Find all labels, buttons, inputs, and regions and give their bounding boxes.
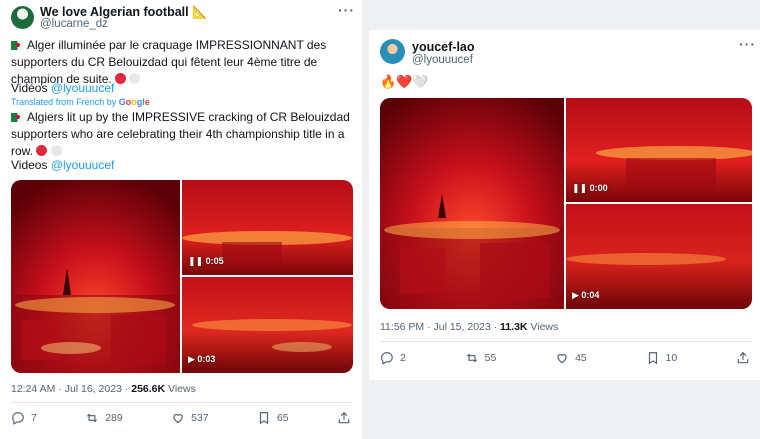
reply-button[interactable]: 7 xyxy=(11,411,37,425)
video-thumbnail[interactable] xyxy=(380,98,564,309)
bookmark-icon xyxy=(648,352,657,365)
divider xyxy=(11,402,353,403)
video-timer: ▶ 0:04 xyxy=(572,290,600,300)
tweet-text-en: Algiers lit up by the IMPRESSIVE crackin… xyxy=(11,110,350,158)
author-name[interactable]: youcef-lao xyxy=(412,40,475,54)
reply-icon xyxy=(381,352,393,365)
translated-note[interactable]: Translated from French by Google xyxy=(11,97,150,107)
share-icon xyxy=(737,351,749,364)
emoji-text: 🔥❤️🤍 xyxy=(380,74,429,89)
white-circle-icon xyxy=(50,145,62,156)
video-timer: ❚❚ 0:05 xyxy=(188,256,224,266)
videos-credit-fr: Vidéos @lyouuucef xyxy=(11,81,115,95)
video-thumbnail[interactable] xyxy=(11,180,180,373)
share-button[interactable] xyxy=(736,351,750,365)
tweet-meta: 11:56 PM · Jul 15, 2023 · 11.3K Views xyxy=(380,321,559,333)
tweet-left: We love Algerian football 📐 @lucarne_dz … xyxy=(0,0,362,439)
divider xyxy=(380,341,752,342)
white-circle-icon xyxy=(129,73,141,84)
bookmark-button[interactable]: 10 xyxy=(646,351,677,365)
tweet-meta: 12:24 AM · Jul 16, 2023 · 256.6K Views xyxy=(11,383,196,395)
video-thumbnail[interactable]: ❚❚ 0:00 xyxy=(566,98,752,202)
action-bar: 2 55 45 10 xyxy=(380,351,750,365)
video-thumbnail[interactable]: ▶ 0:04 xyxy=(566,204,752,309)
like-button[interactable]: 45 xyxy=(555,351,587,365)
media-grid: ❚❚ 0:05 ▶ 0:03 xyxy=(11,180,353,373)
video-timer: ❚❚ 0:00 xyxy=(572,183,608,193)
red-circle-icon xyxy=(115,73,127,84)
bookmark-icon xyxy=(259,412,269,425)
avatar[interactable] xyxy=(11,6,34,29)
retweet-button[interactable]: 289 xyxy=(85,411,123,425)
bookmark-button[interactable]: 65 xyxy=(257,411,289,425)
google-logo: Google xyxy=(118,97,150,107)
more-options-icon[interactable]: ··· xyxy=(739,36,756,52)
triangle-ruler-icon: 📐 xyxy=(192,5,208,19)
share-icon xyxy=(338,411,350,424)
mention-link[interactable]: @lyouuucef xyxy=(51,158,115,172)
heart-icon xyxy=(173,414,183,424)
avatar[interactable] xyxy=(380,39,405,64)
heart-icon xyxy=(557,354,567,364)
mention-link[interactable]: @lyouuucef xyxy=(51,81,115,95)
author-handle[interactable]: @lyouuucef xyxy=(412,54,473,66)
tweet-right: youcef-lao @lyouuucef ··· 🔥❤️🤍 ❚❚ 0:00 ▶… xyxy=(369,30,760,380)
like-button[interactable]: 537 xyxy=(171,411,209,425)
more-options-icon[interactable]: ··· xyxy=(338,2,355,18)
media-grid: ❚❚ 0:00 ▶ 0:04 xyxy=(380,98,752,309)
retweet-icon xyxy=(466,353,477,363)
retweet-button[interactable]: 55 xyxy=(465,351,496,365)
videos-credit-en: Videos @lyouuucef xyxy=(11,158,115,172)
author-handle[interactable]: @lucarne_dz xyxy=(40,18,108,30)
share-button[interactable] xyxy=(337,411,351,425)
reply-icon xyxy=(12,412,24,425)
red-circle-icon xyxy=(36,145,48,156)
reply-button[interactable]: 2 xyxy=(380,351,406,365)
algeria-flag-icon xyxy=(11,113,24,122)
retweet-icon xyxy=(87,413,98,423)
video-thumbnail[interactable]: ❚❚ 0:05 xyxy=(182,180,353,275)
video-thumbnail[interactable]: ▶ 0:03 xyxy=(182,277,353,373)
video-timer: ▶ 0:03 xyxy=(188,354,216,364)
action-bar: 7 289 537 65 xyxy=(11,411,351,425)
algeria-flag-icon xyxy=(11,41,24,50)
